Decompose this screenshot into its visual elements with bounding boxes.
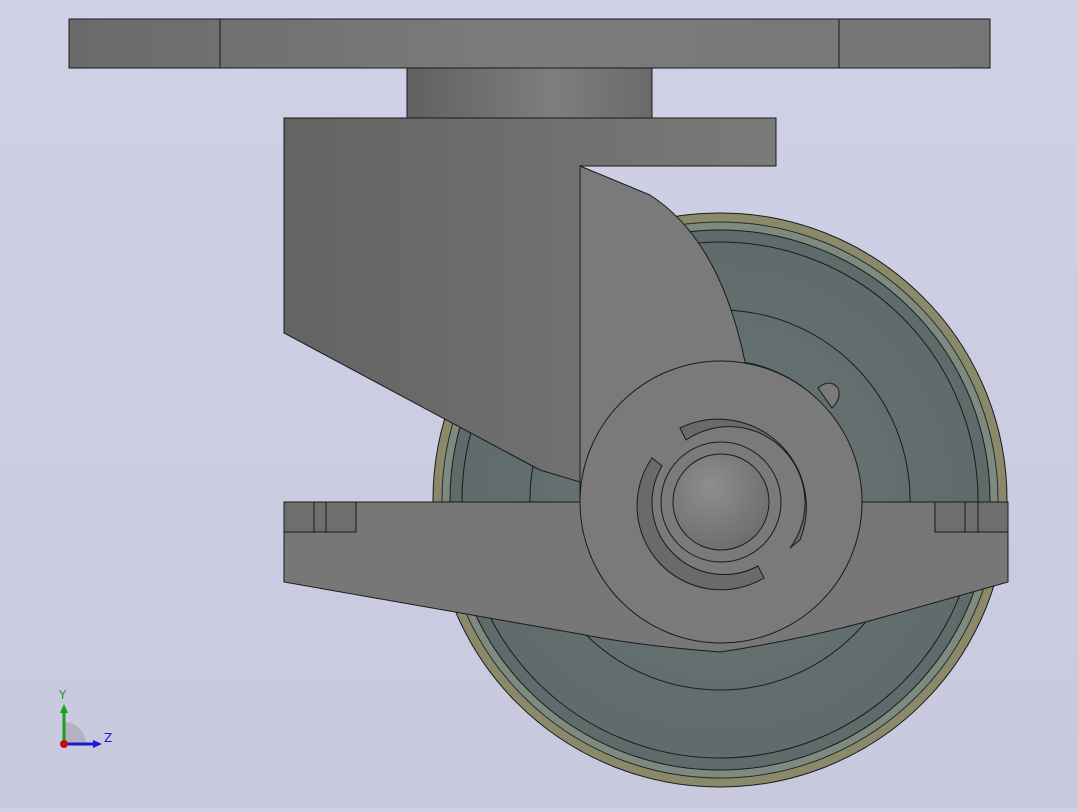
triad-origin (60, 740, 68, 748)
orientation-triad[interactable]: Y Z (52, 686, 122, 756)
axle-assembly[interactable] (579, 360, 863, 644)
z-axis-label: Z (104, 731, 112, 745)
axle-nut (672, 453, 770, 551)
top-plate-body (68, 18, 991, 69)
fork-boss-left (283, 501, 357, 533)
top-plate[interactable] (68, 18, 991, 69)
model-view-svg[interactable] (0, 0, 1078, 808)
fork-boss-right (934, 501, 1009, 533)
swivel-bearing[interactable] (406, 67, 653, 119)
y-axis-arrow (60, 704, 68, 713)
y-axis-label: Y (58, 688, 67, 702)
triad-quadrant (64, 722, 86, 744)
graphics-viewport[interactable] (0, 0, 1078, 808)
z-axis-arrow (93, 740, 102, 748)
triad-svg: Y Z (58, 688, 112, 748)
